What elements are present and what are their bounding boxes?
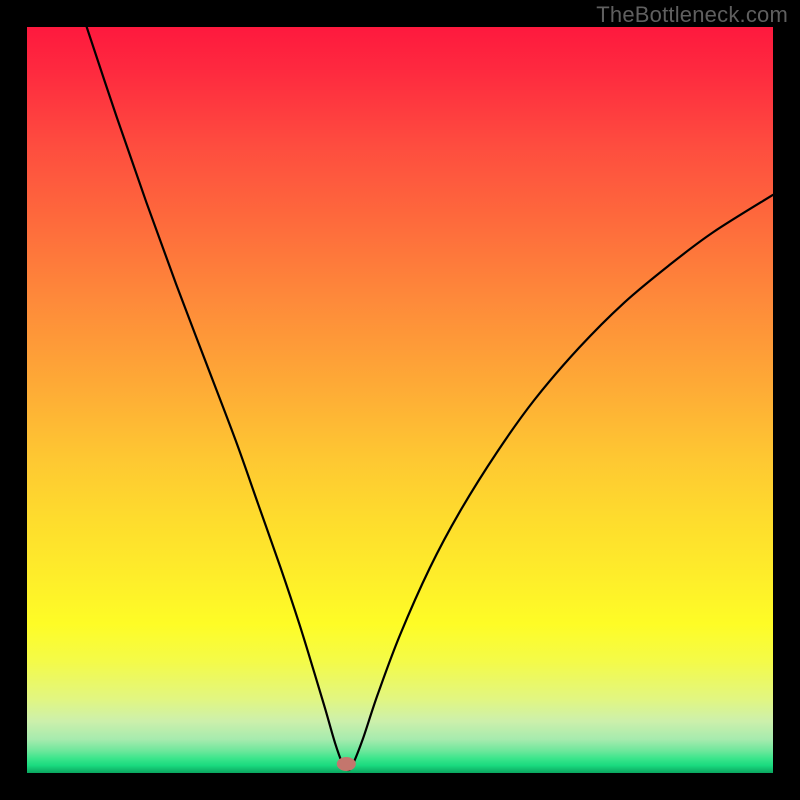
bottleneck-curve	[87, 27, 773, 770]
plot-area	[27, 27, 773, 773]
watermark-text: TheBottleneck.com	[596, 2, 788, 28]
chart-frame: TheBottleneck.com	[0, 0, 800, 800]
bottleneck-curve-svg	[27, 27, 773, 773]
optimum-marker	[337, 758, 355, 771]
